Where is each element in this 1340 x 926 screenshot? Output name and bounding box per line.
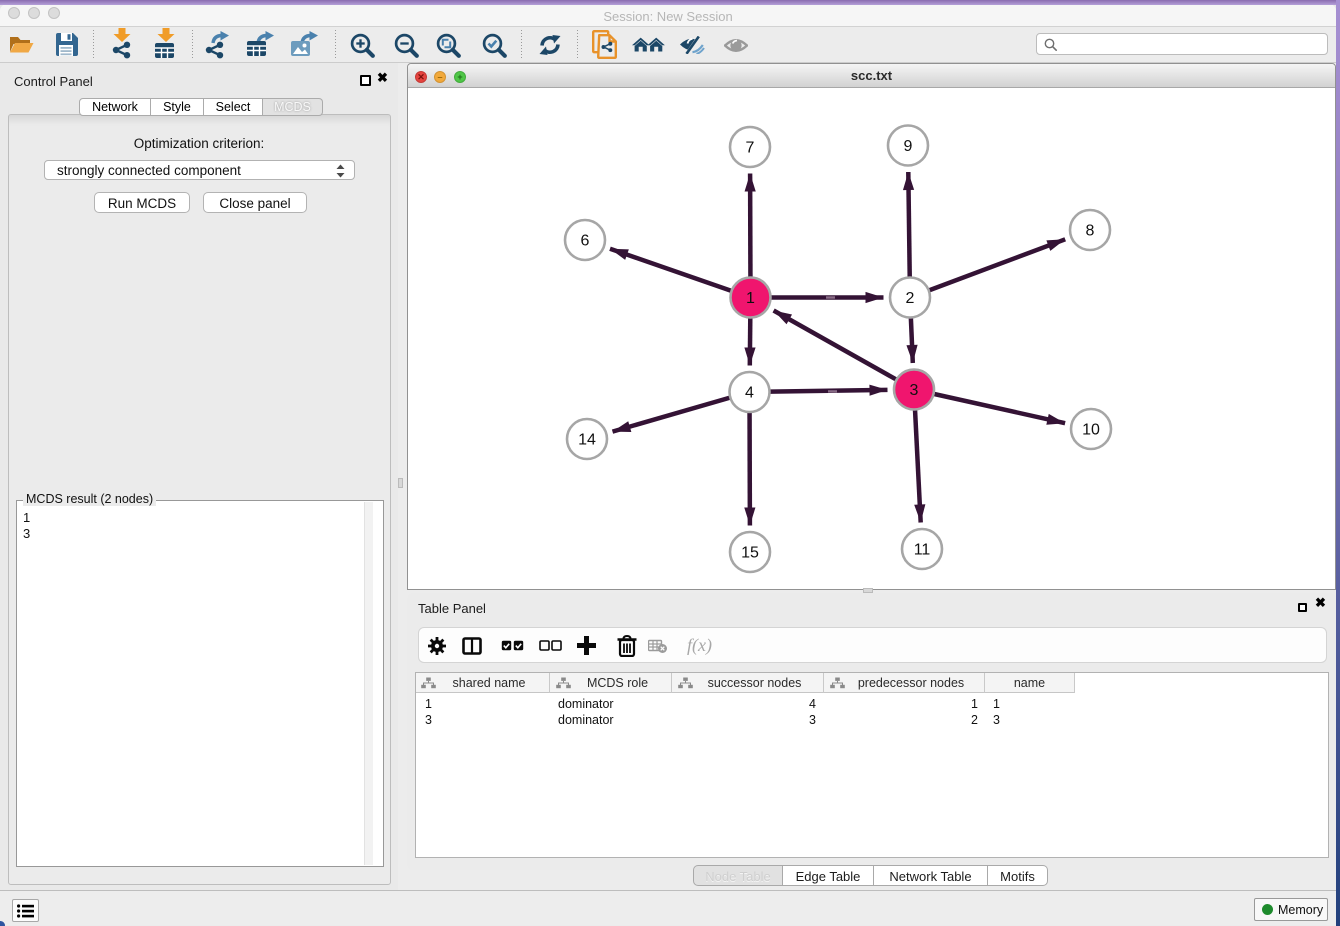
- svg-text:3: 3: [910, 382, 919, 399]
- svg-text:7: 7: [746, 140, 755, 157]
- svg-text:4: 4: [745, 385, 754, 402]
- svg-text:15: 15: [741, 545, 759, 562]
- svg-text:9: 9: [904, 138, 913, 155]
- svg-text:11: 11: [914, 542, 931, 559]
- svg-text:8: 8: [1086, 223, 1095, 240]
- svg-text:14: 14: [578, 432, 596, 449]
- svg-text:2: 2: [906, 290, 915, 307]
- svg-text:1: 1: [746, 290, 755, 307]
- svg-text:6: 6: [581, 233, 590, 250]
- svg-text:10: 10: [1082, 422, 1100, 439]
